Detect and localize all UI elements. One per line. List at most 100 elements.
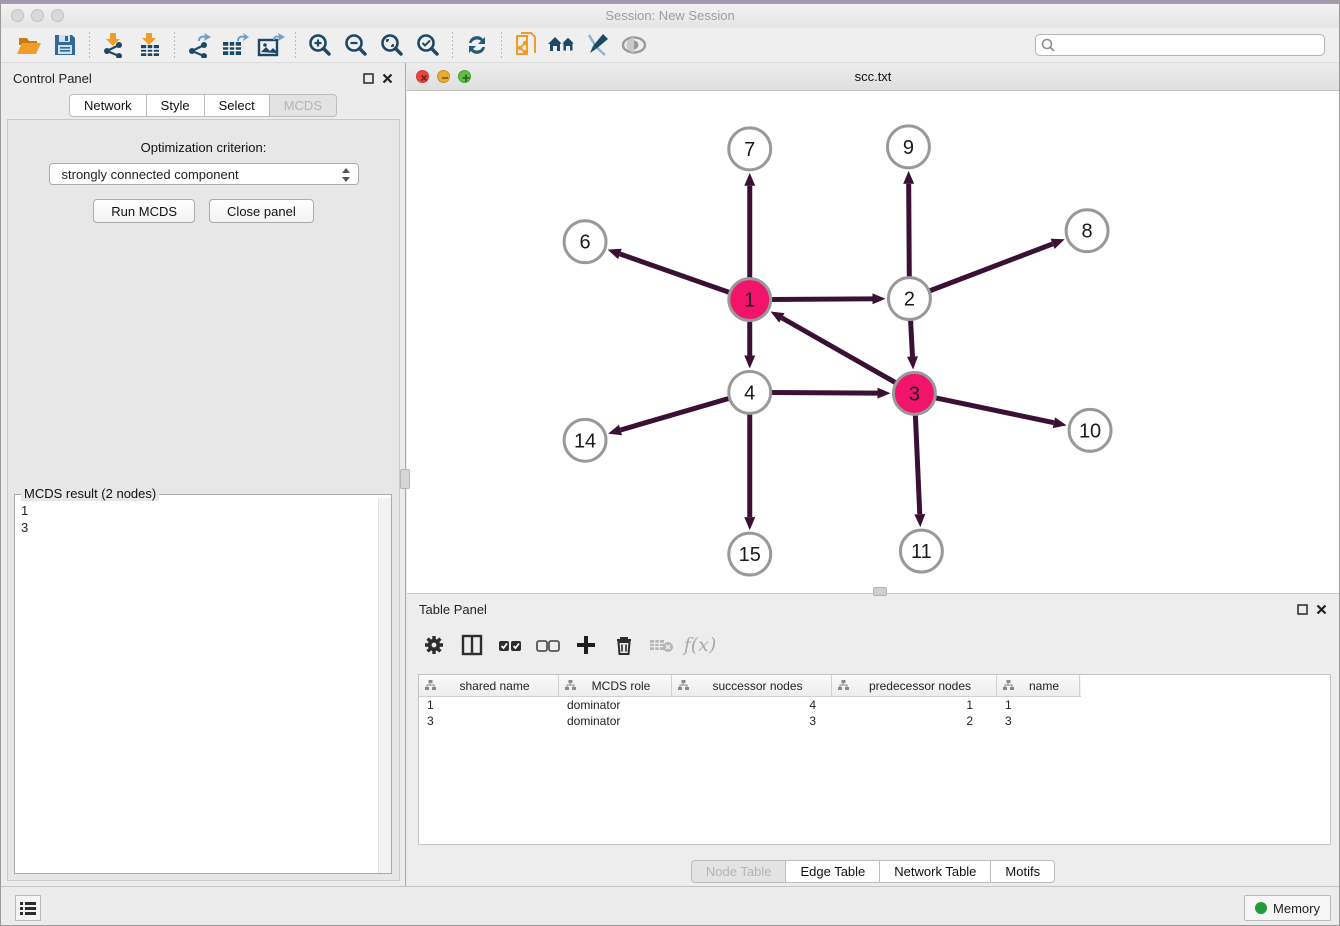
table-panel-header: Table Panel <box>407 594 1339 624</box>
close-panel-button[interactable]: Close panel <box>209 199 314 223</box>
first-neighbors-icon[interactable] <box>544 30 580 60</box>
mcds-result-box: MCDS result (2 nodes) 1 3 <box>14 494 392 874</box>
close-table-panel-icon[interactable] <box>1316 604 1327 615</box>
tab-edge-table[interactable]: Edge Table <box>786 860 880 883</box>
save-session-icon[interactable] <box>47 30 83 60</box>
network-canvas[interactable]: 1234678910111415 <box>407 91 1339 591</box>
table-cell: 1 <box>997 697 1080 713</box>
export-table-icon[interactable] <box>217 30 253 60</box>
edge-2-3[interactable] <box>911 321 913 357</box>
export-image-icon[interactable] <box>253 30 289 60</box>
edge-arrow-1-6 <box>608 249 622 259</box>
edge-arrow-3-10 <box>1053 417 1067 428</box>
list-icon <box>20 901 36 915</box>
table-row[interactable]: 1dominator411 <box>419 697 1330 713</box>
import-table-icon[interactable] <box>132 30 168 60</box>
tab-node-table[interactable]: Node Table <box>691 860 787 883</box>
add-column-icon[interactable] <box>570 629 602 661</box>
network-graph[interactable]: 1234678910111415 <box>407 91 1339 591</box>
close-panel-icon[interactable] <box>382 73 393 84</box>
float-table-panel-icon[interactable] <box>1297 604 1308 615</box>
graph-node-label-11: 11 <box>911 541 932 563</box>
sort-tree-icon <box>565 680 576 691</box>
result-scrollbar[interactable] <box>378 498 391 873</box>
deselect-all-icon[interactable] <box>532 629 564 661</box>
edge-4-14[interactable] <box>621 399 729 430</box>
edge-2-8[interactable] <box>930 244 1053 291</box>
mcds-panel: Optimization criterion: strongly connect… <box>7 119 400 881</box>
function-builder-icon[interactable]: f(x) <box>684 629 716 661</box>
control-panel: Control Panel NetworkStyleSelectMCDS Opt… <box>1 63 406 889</box>
column-header-shared-name[interactable]: shared name <box>419 675 559 696</box>
edge-2-9[interactable] <box>909 184 910 277</box>
float-panel-icon[interactable] <box>363 73 374 84</box>
control-panel-tabs: NetworkStyleSelectMCDS <box>1 94 405 117</box>
zoom-selected-icon[interactable] <box>410 30 446 60</box>
zoom-in-icon[interactable] <box>302 30 338 60</box>
edge-arrow-3-11 <box>914 514 925 527</box>
table-cell: 3 <box>419 713 559 729</box>
graph-node-label-1: 1 <box>744 290 755 312</box>
mcds-result-text[interactable]: 1 3 <box>15 498 379 873</box>
select-all-icon[interactable] <box>494 629 526 661</box>
table-panel-title: Table Panel <box>419 602 487 617</box>
edge-3-1[interactable] <box>782 318 896 383</box>
horizontal-splitter-grip[interactable] <box>873 587 887 596</box>
edge-arrow-4-14 <box>608 425 622 436</box>
edge-1-6[interactable] <box>620 254 729 292</box>
apply-style-icon[interactable] <box>580 30 616 60</box>
clone-network-icon[interactable] <box>508 30 544 60</box>
import-network-icon[interactable] <box>96 30 132 60</box>
column-header-successor-nodes[interactable]: successor nodes <box>672 675 832 696</box>
network-window-titlebar[interactable]: scc.txt <box>407 63 1339 91</box>
memory-button[interactable]: Memory <box>1244 895 1331 921</box>
show-column-panel-icon[interactable] <box>456 629 488 661</box>
delete-column-icon[interactable] <box>608 629 640 661</box>
tab-select[interactable]: Select <box>205 94 270 117</box>
column-header-MCDS-role[interactable]: MCDS role <box>559 675 672 696</box>
tab-network-table[interactable]: Network Table <box>880 860 991 883</box>
edge-4-3[interactable] <box>772 393 878 394</box>
task-history-button[interactable] <box>15 895 41 921</box>
optimization-criterion-select[interactable]: strongly connected component <box>49 163 359 185</box>
tab-motifs[interactable]: Motifs <box>991 860 1055 883</box>
refresh-layout-icon[interactable] <box>459 30 495 60</box>
toolbar-separator <box>89 32 90 58</box>
app-title: Session: New Session <box>1 8 1339 23</box>
delete-table-icon[interactable] <box>646 629 678 661</box>
edge-arrow-2-3 <box>907 356 918 369</box>
tab-style[interactable]: Style <box>147 94 205 117</box>
toolbar-separator <box>295 32 296 58</box>
edge-1-2[interactable] <box>772 299 873 300</box>
edge-3-11[interactable] <box>915 415 919 514</box>
main-toolbar <box>1 28 1339 63</box>
table-cell: 3 <box>997 713 1080 729</box>
tab-mcds[interactable]: MCDS <box>270 94 337 117</box>
export-network-icon[interactable] <box>181 30 217 60</box>
sort-tree-icon <box>838 680 849 691</box>
graph-node-label-10: 10 <box>1079 420 1101 442</box>
table-cell: 4 <box>672 697 832 713</box>
memory-status-dot <box>1255 902 1267 914</box>
zoom-out-icon[interactable] <box>338 30 374 60</box>
graph-node-label-3: 3 <box>909 383 920 405</box>
zoom-fit-icon[interactable] <box>374 30 410 60</box>
table-toolbar: f(x) <box>418 624 1331 666</box>
column-header-name[interactable]: name <box>997 675 1080 696</box>
tab-network[interactable]: Network <box>69 94 147 117</box>
optimization-criterion-label: Optimization criterion: <box>8 140 399 155</box>
run-mcds-button[interactable]: Run MCDS <box>93 199 195 223</box>
table-tabs: Node TableEdge TableNetwork TableMotifs <box>407 860 1339 883</box>
show-hide-icon[interactable] <box>616 30 652 60</box>
column-header-predecessor-nodes[interactable]: predecessor nodes <box>832 675 997 696</box>
table-row[interactable]: 3dominator323 <box>419 713 1330 729</box>
table-header-row: shared nameMCDS rolesuccessor nodesprede… <box>419 675 1081 697</box>
optimization-criterion-value: strongly connected component <box>62 167 239 182</box>
edge-3-10[interactable] <box>936 398 1054 423</box>
graph-node-label-15: 15 <box>739 544 761 566</box>
edge-arrow-1-7 <box>744 173 755 186</box>
vertical-splitter-grip[interactable] <box>400 469 410 489</box>
table-settings-gear-icon[interactable] <box>418 629 450 661</box>
search-input[interactable] <box>1035 34 1325 56</box>
open-session-icon[interactable] <box>11 30 47 60</box>
